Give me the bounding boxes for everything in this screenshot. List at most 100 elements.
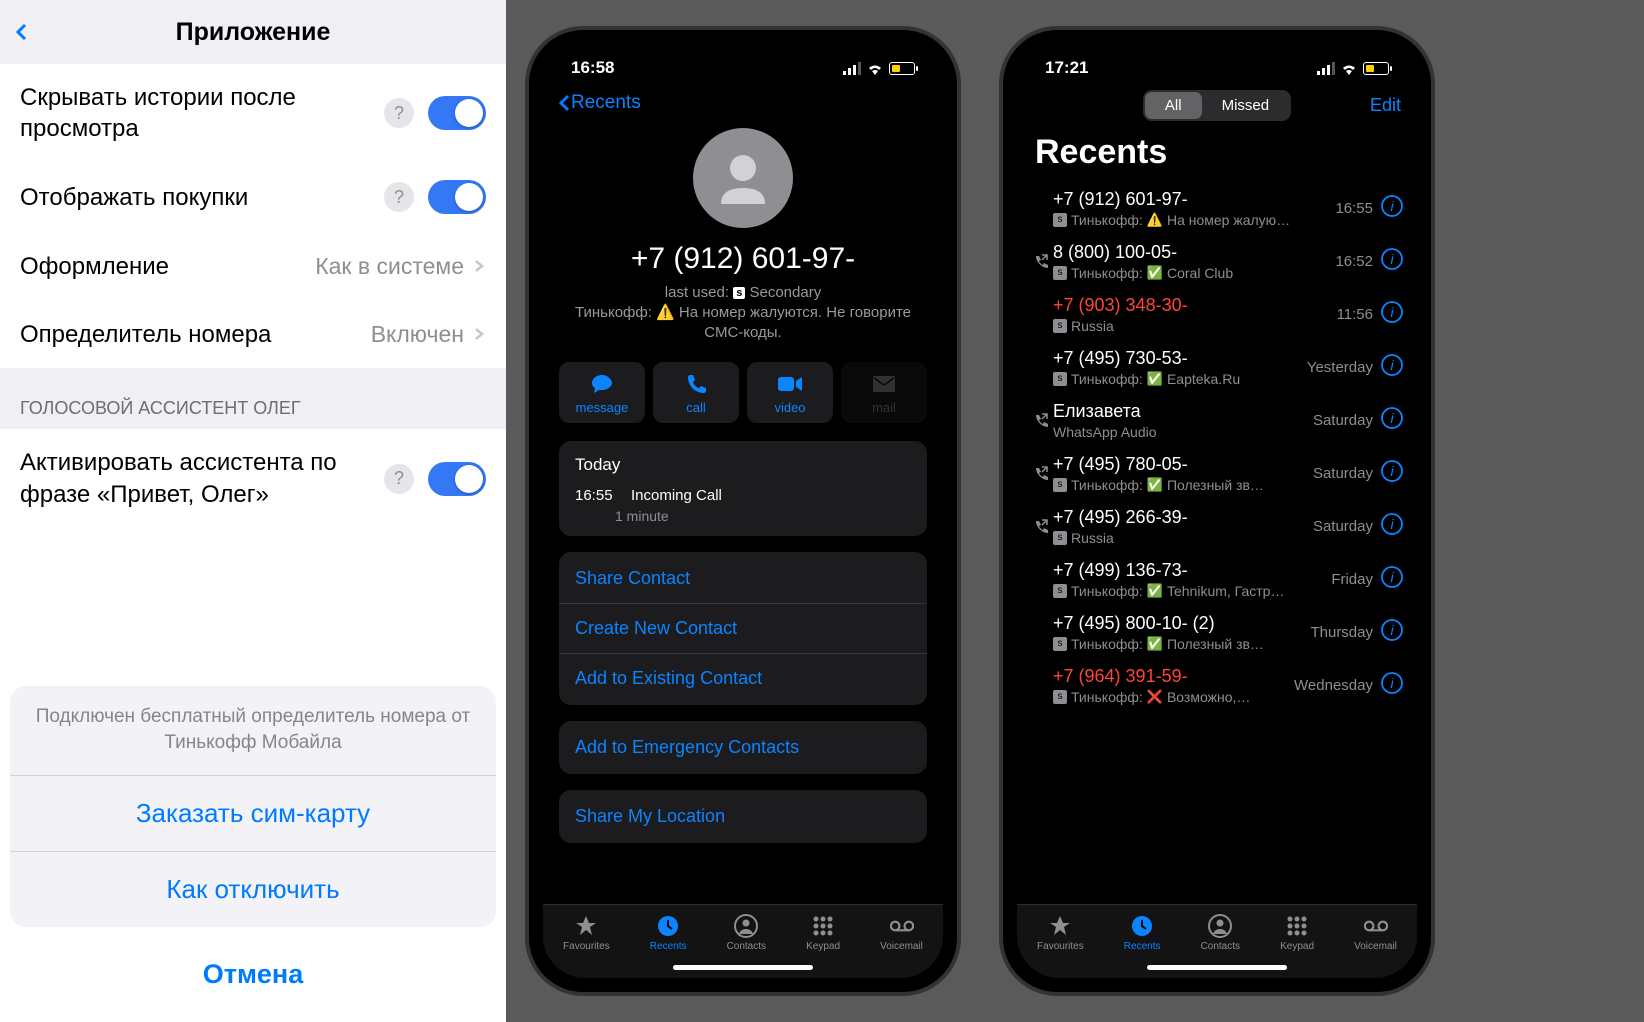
call-button[interactable]: call [653,362,739,423]
person-icon [711,146,775,210]
call-log-row[interactable]: 16:55 Incoming Call [559,481,927,508]
info-button[interactable]: i [1381,354,1403,381]
help-icon[interactable]: ? [384,98,414,128]
segment-missed[interactable]: Missed [1202,92,1290,119]
home-indicator[interactable] [673,965,813,970]
battery-icon [889,62,915,75]
recents-row[interactable]: +7 (495) 730-53-sТинькофф:✅Eapteka.RuYes… [1017,341,1417,394]
row-number: +7 (912) 601-97- [1053,189,1335,210]
row-main: +7 (964) 391-59-sТинькофф:❌Возможно,… [1053,666,1294,705]
recents-row[interactable]: +7 (495) 266-39-sRussiaSaturdayi [1017,500,1417,553]
clock-icon [1124,913,1161,939]
info-button[interactable]: i [1381,619,1403,646]
recents-list[interactable]: +7 (912) 601-97-sТинькофф:⚠️На номер жал… [1017,182,1417,904]
segment-control[interactable]: All Missed [1143,90,1291,121]
back-button[interactable]: Recents [557,92,641,114]
recents-row[interactable]: +7 (903) 348-30-sRussia11:56i [1017,288,1417,341]
recents-row[interactable]: +7 (912) 601-97-sТинькофф:⚠️На номер жал… [1017,182,1417,235]
tab-favourites[interactable]: Favourites [1037,913,1084,952]
outgoing-icon [1032,254,1048,270]
wifi-icon [1340,62,1358,75]
share-location-button[interactable]: Share My Location [559,792,927,841]
phone-contact-detail: 16:58 Recents +7 (912) 601-97- last used… [506,0,980,1022]
info-button[interactable]: i [1381,460,1403,487]
edit-button[interactable]: Edit [1370,95,1401,116]
sim-badge: s [1053,584,1067,598]
status-time: 16:58 [571,58,614,78]
info-button[interactable]: i [1381,513,1403,540]
action-sheet: Подключен бесплатный определитель номера… [0,676,506,1022]
row-date: Saturday [1313,412,1373,429]
row-value: Включен [371,321,464,348]
share-contact-button[interactable]: Share Contact [559,554,927,604]
row-subtitle: sТинькофф:❌Возможно,… [1053,689,1294,705]
tab-keypad[interactable]: Keypad [1280,913,1314,952]
row-subtitle: sТинькофф:✅Eapteka.Ru [1053,371,1307,387]
row-date: Saturday [1313,518,1373,535]
action-label: video [751,400,829,415]
recents-row[interactable]: +7 (495) 800-10- (2)sТинькофф:✅Полезный … [1017,606,1417,659]
video-button[interactable]: video [747,362,833,423]
voicemail-icon [880,913,923,939]
add-existing-button[interactable]: Add to Existing Contact [559,654,927,703]
create-contact-button[interactable]: Create New Contact [559,604,927,654]
tab-contacts[interactable]: Contacts [727,913,766,952]
row-value: Как в системе [315,253,464,280]
row-main: +7 (495) 780-05-sТинькофф:✅Полезный зв… [1053,454,1313,493]
info-button[interactable]: i [1381,195,1403,222]
today-label: Today [559,443,927,481]
row-caller-id[interactable]: Определитель номера Включен [0,300,506,368]
recents-row[interactable]: +7 (495) 780-05-sТинькофф:✅Полезный зв…S… [1017,447,1417,500]
tab-recents[interactable]: Recents [650,913,687,952]
toggle-assistant[interactable] [428,462,486,496]
help-icon[interactable]: ? [384,464,414,494]
recents-row[interactable]: ЕлизаветаWhatsApp AudioSaturdayi [1017,394,1417,447]
svg-text:i: i [1390,463,1394,479]
tab-voicemail[interactable]: Voicemail [880,913,923,952]
recents-row[interactable]: +7 (499) 136-73-sТинькофф:✅Tehnikum, Гас… [1017,553,1417,606]
action-label: call [657,400,735,415]
svg-text:i: i [1390,410,1394,426]
row-assistant[interactable]: Активировать ассистента по фразе «Привет… [0,429,506,527]
row-main: +7 (495) 800-10- (2)sТинькофф:✅Полезный … [1053,613,1310,652]
contact-avatar[interactable] [693,128,793,228]
emergency-button[interactable]: Add to Emergency Contacts [559,723,927,772]
keypad-icon [1280,913,1314,939]
row-hide-stories[interactable]: Скрывать истории после просмотра ? [0,64,506,162]
help-icon[interactable]: ? [384,182,414,212]
recents-top: All Missed Edit [1017,84,1417,127]
tab-contacts[interactable]: Contacts [1201,913,1240,952]
mail-button: mail [841,362,927,423]
row-show-purchases[interactable]: Отображать покупки ? [0,162,506,232]
order-sim-button[interactable]: Заказать сим-карту [10,776,496,852]
info-button[interactable]: i [1381,566,1403,593]
recents-row[interactable]: +7 (964) 391-59-sТинькофф:❌Возможно,…Wed… [1017,659,1417,712]
tab-keypad[interactable]: Keypad [806,913,840,952]
row-appearance[interactable]: Оформление Как в системе [0,232,506,300]
info-button[interactable]: i [1381,672,1403,699]
info-button[interactable]: i [1381,301,1403,328]
info-button[interactable]: i [1381,407,1403,434]
settings-title: Приложение [0,18,506,47]
cancel-button[interactable]: Отмена [10,937,496,1012]
star-icon [563,913,610,939]
row-label: Отображать покупки [20,182,384,213]
row-date: Friday [1331,571,1373,588]
chevron-right-icon [472,259,486,273]
svg-text:i: i [1390,304,1394,320]
message-button[interactable]: message [559,362,645,423]
toggle-hide-stories[interactable] [428,96,486,130]
info-button[interactable]: i [1381,248,1403,275]
segment-all[interactable]: All [1145,92,1202,119]
home-indicator[interactable] [1147,965,1287,970]
row-subtitle: WhatsApp Audio [1053,424,1313,440]
tab-favourites[interactable]: Favourites [563,913,610,952]
tab-voicemail[interactable]: Voicemail [1354,913,1397,952]
call-direction [1027,519,1053,535]
tab-recents[interactable]: Recents [1124,913,1161,952]
how-disable-button[interactable]: Как отключить [10,852,496,927]
svg-text:i: i [1390,569,1394,585]
toggle-show-purchases[interactable] [428,180,486,214]
row-label: Определитель номера [20,319,371,350]
recents-row[interactable]: 8 (800) 100-05-sТинькофф:✅Coral Club16:5… [1017,235,1417,288]
